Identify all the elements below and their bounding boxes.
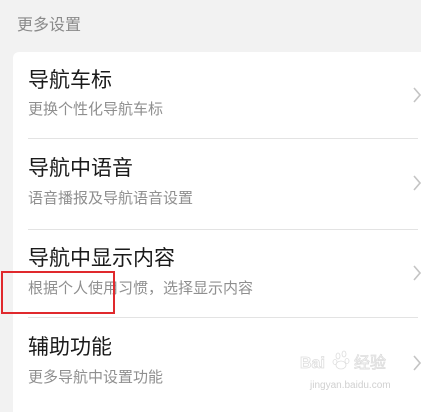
setting-row-voice[interactable]: 导航中语音 语音播报及导航语音设置	[13, 139, 421, 228]
svg-text:经验: 经验	[354, 353, 386, 372]
watermark-url: jingyan.baidu.com	[309, 380, 391, 391]
setting-row-vehicle-icon[interactable]: 导航车标 更换个性化导航车标	[13, 52, 421, 141]
setting-title: 导航车标	[28, 68, 112, 92]
setting-subtitle: 更换个性化导航车标	[28, 100, 164, 118]
chevron-right-icon	[413, 175, 421, 191]
chevron-right-icon	[413, 87, 421, 103]
chevron-right-icon	[413, 265, 421, 281]
setting-subtitle: 更多导航中设置功能	[28, 368, 164, 386]
highlight-annotation-box	[1, 271, 115, 314]
svg-text:Bai: Bai	[300, 355, 325, 372]
setting-title: 辅助功能	[28, 335, 112, 359]
section-header: 更多设置	[17, 15, 82, 34]
setting-title: 导航中语音	[28, 156, 133, 180]
baidu-jingyan-watermark: Bai 经验 jingyan.baidu.com	[300, 350, 391, 391]
setting-subtitle: 语音播报及导航语音设置	[28, 189, 194, 207]
setting-title: 导航中显示内容	[28, 246, 175, 270]
chevron-right-icon	[413, 355, 421, 371]
